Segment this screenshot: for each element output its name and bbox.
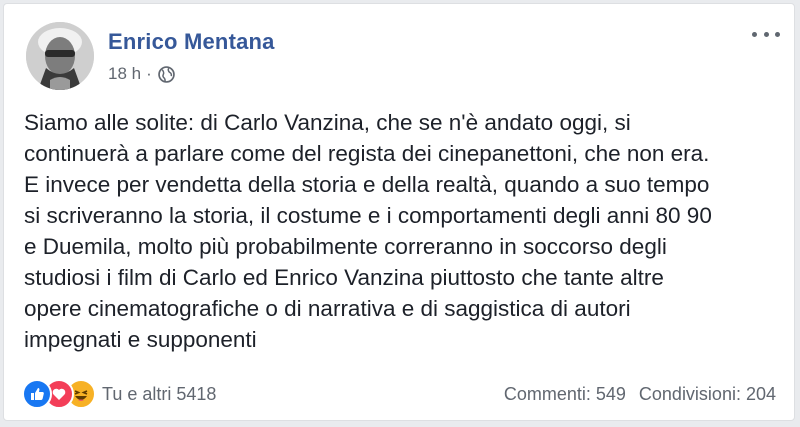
ellipsis-dot xyxy=(763,31,769,37)
author-avatar[interactable] xyxy=(26,22,94,90)
meta-separator: · xyxy=(146,64,152,83)
post-text-line: opere cinematografiche o di narrativa e … xyxy=(24,296,631,321)
ellipsis-dot xyxy=(775,31,780,37)
post-text-line: si scriveranno la storia, il costume e i… xyxy=(24,203,712,228)
post-text-line: e Duemila, molto più probabilmente corre… xyxy=(24,234,667,259)
post-footer: Tu e altri 5418 Commenti: 549 Condivisio… xyxy=(4,374,794,414)
globe-icon[interactable] xyxy=(157,65,175,83)
post-timestamp[interactable]: 18 h xyxy=(108,64,141,84)
post-card: Enrico Mentana 18 h · Siamo alle solite:… xyxy=(3,3,795,421)
post-meta: 18 h · xyxy=(108,64,175,84)
author-name[interactable]: Enrico Mentana xyxy=(108,29,275,55)
engagement-stats: Commenti: 549 Condivisioni: 204 xyxy=(504,384,776,405)
comments-count[interactable]: Commenti: 549 xyxy=(504,384,626,405)
shares-count[interactable]: Condivisioni: 204 xyxy=(639,384,776,405)
more-options-button[interactable] xyxy=(752,26,780,42)
post-text-line: impegnati e supponenti xyxy=(24,327,257,352)
post-text-line: continuerà a parlare come del regista de… xyxy=(24,141,710,166)
reactions-count[interactable]: Tu e altri 5418 xyxy=(102,384,216,405)
reactions-summary[interactable]: Tu e altri 5418 xyxy=(22,379,216,409)
post-body: Siamo alle solite: di Carlo Vanzina, che… xyxy=(24,107,786,355)
like-icon xyxy=(22,379,52,409)
post-text-line: E invece per vendetta della storia e del… xyxy=(24,172,710,197)
post-text-line: studiosi i film di Carlo ed Enrico Vanzi… xyxy=(24,265,664,290)
ellipsis-dot xyxy=(752,31,757,37)
post-text-line: Siamo alle solite: di Carlo Vanzina, che… xyxy=(24,110,631,135)
